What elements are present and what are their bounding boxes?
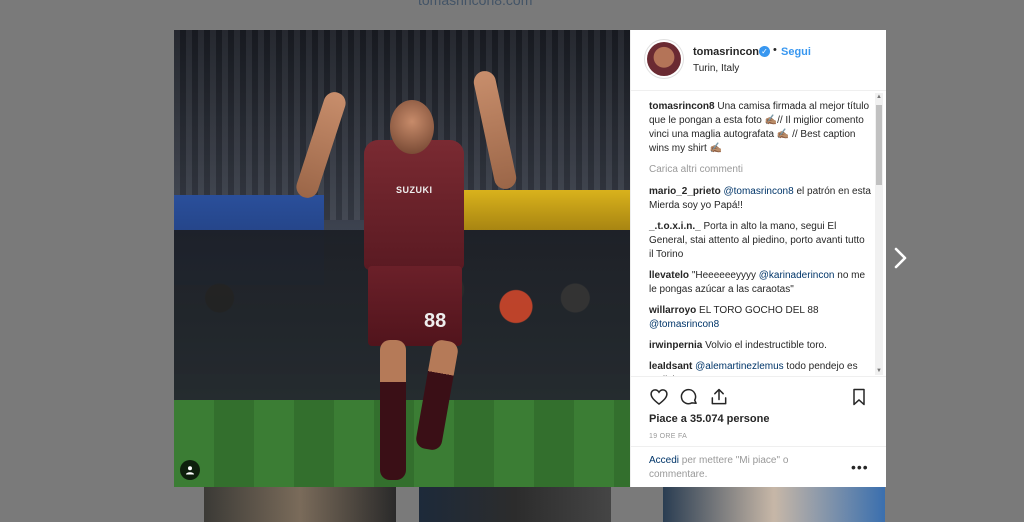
caption-username[interactable]: tomasrincon8: [649, 101, 715, 112]
comments-section[interactable]: tomasrincon8 Una camisa firmada al mejor…: [631, 90, 886, 376]
comment: irwinpernia Volvio el indestructible tor…: [649, 339, 871, 353]
login-link[interactable]: Accedi: [649, 455, 679, 466]
comment-mention[interactable]: @alemartinezlemus: [695, 361, 784, 372]
bookmark-icon[interactable]: [849, 387, 869, 407]
follow-button[interactable]: Segui: [781, 46, 811, 58]
comment-text: Volvio el indestructible toro.: [705, 340, 827, 351]
comment-text: EL TORO GOCHO DEL 88: [699, 305, 819, 316]
likes-count[interactable]: Piace a 35.074 persone: [649, 413, 769, 425]
player-arm: [471, 69, 519, 191]
share-icon[interactable]: [709, 387, 729, 407]
comment-username[interactable]: willarroyo: [649, 305, 696, 316]
player-shorts: [368, 266, 462, 346]
comment-username[interactable]: mario_2_prieto: [649, 186, 721, 197]
post-actions: Piace a 35.074 persone 19 ORE FA: [631, 376, 886, 457]
comment-username[interactable]: llevatelo: [649, 270, 689, 281]
backdrop-link: tomasrincon8.com: [418, 0, 533, 8]
comments-scrollbar[interactable]: ▲ ▼: [875, 93, 883, 375]
comment: willarroyo EL TORO GOCHO DEL 88 @tomasri…: [649, 304, 871, 332]
player-shirt: [364, 140, 464, 270]
comment: llevatelo "Heeeeeeyyyy @karinaderincon n…: [649, 269, 871, 297]
player-head: [390, 100, 434, 154]
comment: leaIdsant @alemartinezlemus todo pendejo…: [649, 360, 871, 376]
post-photo[interactable]: SUZUKI 88: [174, 30, 630, 487]
header-username[interactable]: tomasrincon8: [693, 46, 765, 58]
chevron-right-icon[interactable]: [893, 246, 909, 270]
comment-username[interactable]: irwinpernia: [649, 340, 702, 351]
comment-mention[interactable]: @tomasrincon8: [723, 186, 793, 197]
grid-thumbnail[interactable]: [419, 487, 611, 522]
separator-dot: •: [773, 44, 777, 56]
grid-thumbnail[interactable]: [663, 487, 885, 522]
shirt-sponsor: SUZUKI: [396, 185, 433, 195]
player-figure: [293, 69, 519, 487]
user-tag-icon[interactable]: [180, 460, 200, 480]
avatar[interactable]: [647, 42, 681, 76]
grid-thumbnail[interactable]: [204, 487, 396, 522]
comment-mention[interactable]: @karinaderincon: [759, 270, 835, 281]
comment: _.t.o.x.i.n._ Porta in alto la mano, seg…: [649, 220, 871, 262]
post-header: tomasrincon8 ✓ • Segui Turin, Italy: [631, 30, 886, 91]
shirt-number: 88: [424, 310, 447, 332]
comment: mario_2_prieto @tomasrincon8 el patrón e…: [649, 185, 871, 213]
post-timestamp[interactable]: 19 ORE FA: [649, 433, 687, 440]
more-options-icon[interactable]: •••: [851, 459, 869, 475]
heart-icon[interactable]: [649, 387, 669, 407]
player-leg: [414, 338, 460, 452]
player-leg: [380, 340, 406, 480]
post-side-panel: tomasrincon8 ✓ • Segui Turin, Italy toma…: [630, 30, 886, 487]
location-link[interactable]: Turin, Italy: [693, 63, 739, 74]
comment-mention[interactable]: @tomasrincon8: [649, 319, 719, 330]
comment-text: "Heeeeeeyyyy: [691, 270, 759, 281]
login-prompt: Accedi per mettere "Mi piace" o commenta…: [631, 446, 886, 488]
verified-badge-icon: ✓: [759, 46, 770, 57]
load-more-comments-link[interactable]: Carica altri commenti: [649, 163, 871, 177]
caption: tomasrincon8 Una camisa firmada al mejor…: [649, 100, 871, 156]
scrollbar-thumb[interactable]: [876, 105, 882, 185]
comment-icon[interactable]: [679, 387, 699, 407]
scroll-up-icon[interactable]: ▲: [876, 93, 882, 101]
comment-username[interactable]: _.t.o.x.i.n._: [649, 221, 701, 232]
comment-username[interactable]: leaIdsant: [649, 361, 692, 372]
scroll-down-icon[interactable]: ▼: [876, 367, 882, 375]
